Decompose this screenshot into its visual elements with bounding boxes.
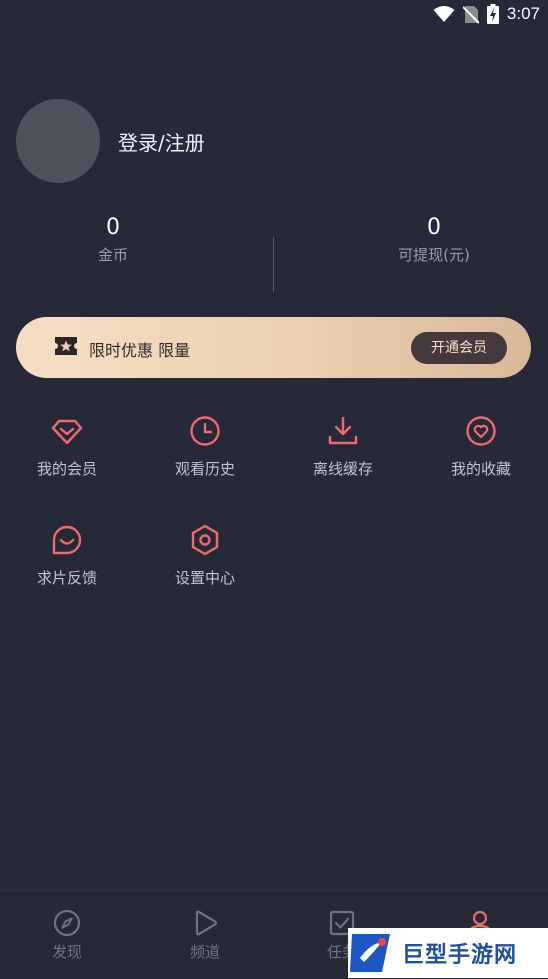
battery-charging-icon xyxy=(486,4,499,24)
menu-item-feedback[interactable]: 求片反馈 xyxy=(0,523,136,588)
menu-label-membership: 我的会员 xyxy=(36,460,97,478)
clock-icon xyxy=(190,416,220,446)
menu-label-offline-cache: 离线缓存 xyxy=(312,460,373,478)
play-icon xyxy=(195,910,218,936)
open-vip-button[interactable]: 开通会员 xyxy=(411,332,507,364)
menu-item-settings[interactable]: 设置中心 xyxy=(136,523,274,588)
menu-label-feedback: 求片反馈 xyxy=(36,569,97,587)
vip-promo-banner[interactable]: 限时优惠 限量 开通会员 xyxy=(16,317,531,378)
compass-icon xyxy=(53,909,81,937)
menu-item-membership[interactable]: 我的会员 xyxy=(0,414,136,479)
no-sim-icon xyxy=(462,5,479,24)
stats-row: 0 金币 0 可提现(元) xyxy=(0,214,548,294)
avatar[interactable] xyxy=(16,99,100,183)
status-time: 3:07 xyxy=(506,4,540,23)
withdrawable-stat[interactable]: 0 可提现(元) xyxy=(297,214,548,265)
tab-label-channels: 频道 xyxy=(189,943,220,961)
login-register-link[interactable]: 登录/注册 xyxy=(118,127,205,156)
site-watermark: 巨型手游网 xyxy=(348,928,548,978)
withdrawable-label: 可提现(元) xyxy=(398,246,470,264)
menu-label-settings: 设置中心 xyxy=(174,569,235,587)
menu-label-history: 观看历史 xyxy=(174,460,235,478)
watermark-text: 巨型手游网 xyxy=(402,943,518,968)
diamond-icon xyxy=(51,419,83,445)
heart-icon xyxy=(466,416,496,446)
stats-divider xyxy=(273,237,274,292)
tab-label-discover: 发现 xyxy=(51,943,82,961)
watermark-logo-icon xyxy=(350,934,390,972)
feedback-bubble-icon xyxy=(52,525,82,555)
coins-label: 金币 xyxy=(97,246,128,264)
profile-header[interactable]: 登录/注册 xyxy=(16,99,205,183)
tab-discover[interactable]: 发现 xyxy=(27,909,107,962)
menu-item-history[interactable]: 观看历史 xyxy=(136,414,274,479)
coins-value: 0 xyxy=(106,215,120,240)
settings-hexagon-icon xyxy=(191,524,219,556)
ticket-star-icon xyxy=(55,337,77,355)
menu-item-favorites[interactable]: 我的收藏 xyxy=(412,414,548,479)
download-icon xyxy=(328,416,358,445)
withdrawable-value: 0 xyxy=(427,215,441,240)
coins-stat[interactable]: 0 金币 xyxy=(0,214,250,265)
status-bar: 3:07 xyxy=(0,0,548,28)
menu-item-offline-cache[interactable]: 离线缓存 xyxy=(274,414,412,479)
wifi-icon xyxy=(433,6,455,22)
promo-text: 限时优惠 限量 xyxy=(89,341,191,360)
tab-channels[interactable]: 频道 xyxy=(165,909,245,962)
menu-label-favorites: 我的收藏 xyxy=(450,460,511,478)
